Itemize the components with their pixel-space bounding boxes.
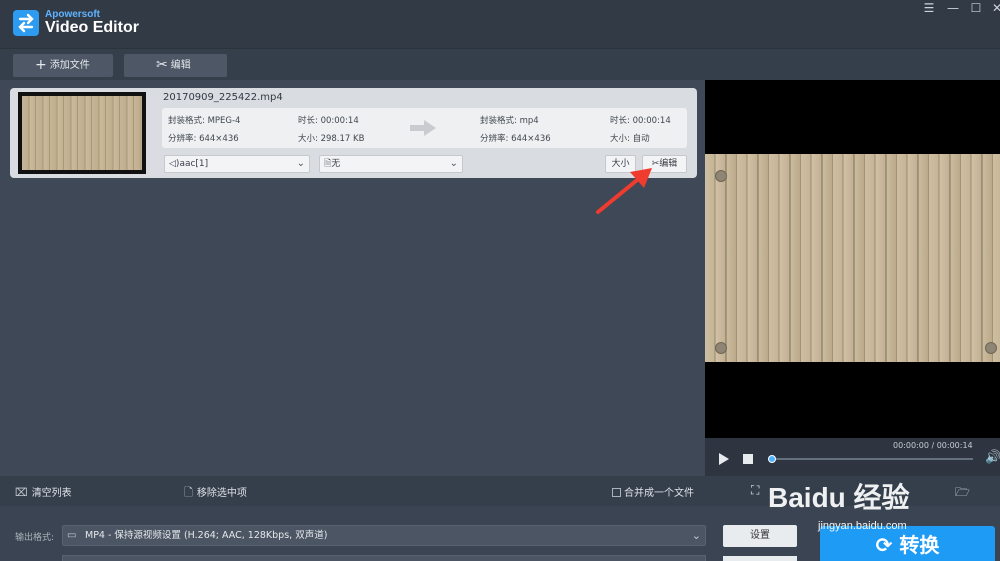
scissors-icon: ✂ [156, 57, 168, 73]
remove-selected-button[interactable]: 🗋 移除选中项 [184, 484, 247, 503]
open-button[interactable] [723, 556, 797, 561]
screenshot-icon[interactable]: ⛶ [751, 483, 759, 498]
settings-button[interactable]: 设置 [723, 525, 797, 547]
minimize-icon[interactable]: — [942, 0, 964, 16]
preview-frame [705, 154, 1000, 362]
output-format-label: 输出格式: [15, 533, 55, 543]
target-size: 大小: 自动 [610, 134, 650, 144]
annotation-arrow-icon [596, 168, 652, 214]
format-icon: ▭ [67, 530, 77, 541]
seek-bar[interactable] [771, 458, 973, 460]
source-resolution: 分辨率: 644×436 [168, 134, 239, 144]
watermark-url: jingyan.baidu.com [818, 520, 907, 532]
speaker-icon: ◁) [169, 159, 180, 169]
chevron-down-icon: ⌄ [449, 158, 458, 169]
close-icon[interactable]: ✕ [986, 0, 1000, 16]
merge-checkbox[interactable]: 合并成一个文件 [612, 484, 694, 499]
watermark-logo: Baidu 经验 [768, 482, 910, 513]
product-name: Video Editor [45, 19, 139, 36]
clear-list-button[interactable]: ⌧ 清空列表 [15, 484, 72, 499]
stop-icon[interactable] [743, 454, 753, 464]
remove-file-icon: 🗋 [184, 486, 193, 499]
chevron-down-icon: ⌄ [296, 158, 305, 169]
app-logo-icon [13, 10, 39, 36]
chevron-down-icon: ⌄ [691, 529, 701, 542]
player-controls: 00:00:00 / 00:00:14 🔊 [705, 438, 1000, 476]
edit-button[interactable]: ✂ 编辑 [124, 54, 227, 77]
refresh-icon: ⟳ [875, 533, 893, 557]
file-list: 20170909_225422.mp4 封装格式: MPEG-4 分辨率: 64… [0, 80, 705, 476]
play-icon[interactable] [719, 453, 729, 465]
target-format: 封装格式: mp4 [480, 116, 539, 126]
video-preview: 00:00:00 / 00:00:14 🔊 [705, 80, 1000, 476]
maximize-icon[interactable]: ☐ [965, 0, 987, 16]
checkbox-icon[interactable] [612, 488, 621, 497]
source-duration: 时长: 00:00:14 [298, 116, 359, 126]
list-actions-bar: ⌧ 清空列表 🗋 移除选中项 合并成一个文件 [0, 476, 705, 506]
output-format-select[interactable]: ▭ MP4 - 保持源视频设置 (H.264; AAC, 128Kbps, 双声… [62, 525, 706, 546]
playback-time: 00:00:00 / 00:00:14 [893, 441, 973, 450]
clear-list-icon: ⌧ [15, 486, 28, 499]
file-name: 20170909_225422.mp4 [163, 92, 283, 103]
title-bar: Apowersoft Video Editor ☰ — ☐ ✕ [0, 0, 1000, 48]
target-duration: 时长: 00:00:14 [610, 116, 671, 126]
seek-handle[interactable] [768, 455, 776, 463]
source-size: 大小: 298.17 KB [298, 134, 365, 144]
output-folder-select[interactable] [62, 555, 706, 561]
volume-icon[interactable]: 🔊 [985, 450, 1000, 465]
add-file-button[interactable]: + 添加文件 [13, 54, 113, 77]
plus-icon: + [35, 57, 47, 73]
source-format: 封装格式: MPEG-4 [168, 116, 241, 126]
menu-icon[interactable]: ☰ [918, 0, 940, 16]
subtitle-select[interactable]: 🗎无 ⌄ [319, 155, 463, 173]
convert-arrow-icon [410, 120, 436, 136]
target-resolution: 分辨率: 644×436 [480, 134, 551, 144]
video-thumbnail [18, 92, 146, 174]
audio-track-select[interactable]: ◁)aac[1] ⌄ [164, 155, 310, 173]
toolbar: + 添加文件 ✂ 编辑 [0, 48, 1000, 80]
open-folder-icon[interactable]: 🗁 [955, 483, 970, 504]
file-info-box: 封装格式: MPEG-4 分辨率: 644×436 时长: 00:00:14 大… [162, 108, 687, 148]
